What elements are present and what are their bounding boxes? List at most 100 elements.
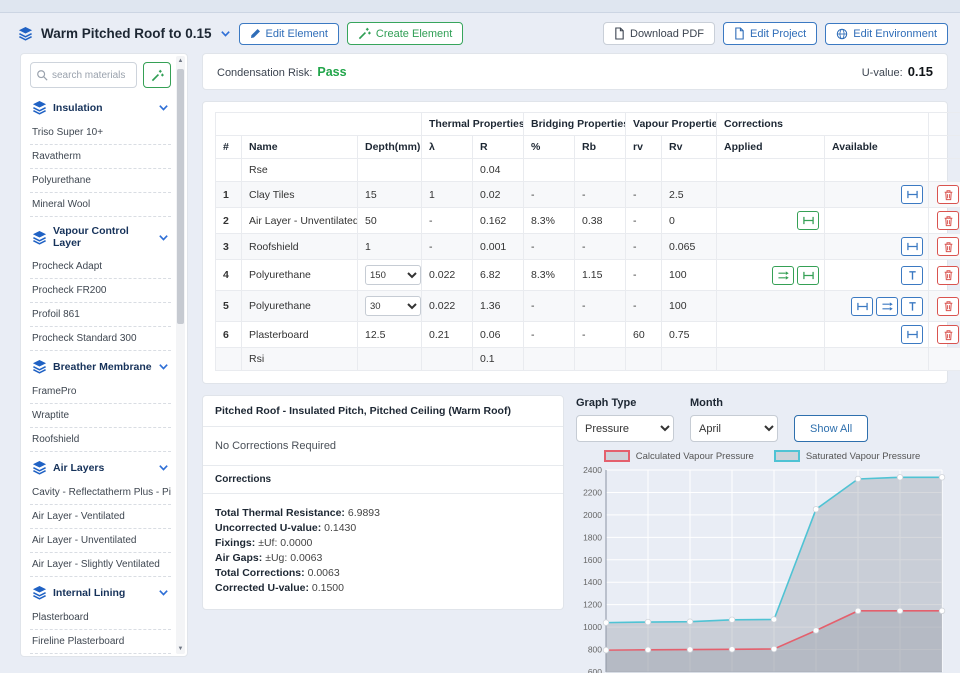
sidebar-item[interactable]: Plasterboard bbox=[30, 606, 171, 630]
bridging-correction-button[interactable] bbox=[901, 185, 924, 204]
bridging-pct: - bbox=[523, 233, 576, 260]
r-value: 0.1 bbox=[471, 347, 525, 371]
layer-name: Rse bbox=[241, 158, 358, 182]
edit-project-button[interactable]: Edit Project bbox=[722, 22, 818, 45]
globe-icon bbox=[836, 28, 848, 40]
delete-cell bbox=[928, 207, 960, 234]
sidebar-item[interactable]: Profoil 861 bbox=[30, 303, 171, 327]
delete-layer-button[interactable] bbox=[937, 211, 960, 230]
rv-value: 100 bbox=[661, 290, 718, 322]
depth-select[interactable]: 150 bbox=[365, 265, 421, 285]
svg-text:800: 800 bbox=[588, 645, 602, 655]
group-header: Vapour Properties bbox=[625, 112, 718, 136]
sidebar-item[interactable]: Mineral Wool bbox=[30, 193, 171, 217]
download-pdf-button[interactable]: Download PDF bbox=[603, 22, 715, 45]
delete-layer-button[interactable] bbox=[937, 265, 960, 285]
lambda-value: 0.022 bbox=[421, 259, 473, 291]
summary-line: Fixings: ±Uf: 0.0000 bbox=[215, 537, 313, 549]
table-row: 5 Polyurethane 30 0.022 1.36 - - - 100 bbox=[215, 290, 960, 322]
sidebar-scrollbar[interactable]: ▲ ▼ bbox=[176, 56, 185, 654]
bridging-correction-button[interactable] bbox=[901, 237, 924, 256]
month-select[interactable]: April bbox=[690, 415, 778, 442]
sidebar-section-breather-membrane[interactable]: Breather Membrane bbox=[30, 351, 171, 380]
graph-type-select[interactable]: Pressure bbox=[576, 415, 674, 442]
search-input[interactable] bbox=[52, 69, 131, 81]
delete-layer-button[interactable] bbox=[937, 325, 960, 344]
rv-small-value: - bbox=[625, 181, 663, 208]
summary-lines: Total Thermal Resistance: 6.9893 Uncorrec… bbox=[203, 494, 563, 609]
scroll-up-arrow-icon[interactable]: ▲ bbox=[176, 58, 185, 64]
svg-text:1400: 1400 bbox=[583, 577, 602, 587]
layer-name: Rsi bbox=[241, 347, 358, 371]
bridging-correction-button[interactable] bbox=[901, 325, 924, 344]
sidebar-item[interactable]: Ravatherm bbox=[30, 145, 171, 169]
svg-text:600: 600 bbox=[588, 667, 602, 673]
element-title-chevron-icon[interactable] bbox=[220, 28, 231, 39]
bridging-correction-button[interactable] bbox=[797, 265, 820, 285]
edit-environment-button[interactable]: Edit Environment bbox=[825, 22, 948, 45]
bridging-icon bbox=[906, 329, 919, 340]
sidebar-item[interactable]: Fireline Plasterboard bbox=[30, 630, 171, 654]
sidebar-section-internal-lining[interactable]: Internal Lining bbox=[30, 577, 171, 606]
sidebar-section-insulation[interactable]: Insulation bbox=[30, 92, 171, 121]
element-title[interactable]: Warm Pitched Roof to 0.15 bbox=[41, 26, 212, 41]
table-row: 3 Roofshield 1 - 0.001 - - - 0.065 bbox=[215, 233, 960, 260]
create-element-button[interactable]: Create Element bbox=[346, 22, 464, 45]
sidebar-section-vapour-control-layer[interactable]: Vapour Control Layer bbox=[30, 217, 171, 255]
svg-text:1800: 1800 bbox=[583, 532, 602, 542]
sidebar-item[interactable]: Procheck Standard 300 bbox=[30, 327, 171, 351]
sidebar-item[interactable]: Plasterboard High Density bbox=[30, 654, 171, 656]
edit-element-button[interactable]: Edit Element bbox=[238, 22, 339, 45]
bridging-correction-button[interactable] bbox=[797, 211, 820, 230]
air-gap-correction-button[interactable] bbox=[876, 296, 899, 316]
rb-value: 1.15 bbox=[574, 259, 627, 291]
trash-icon bbox=[943, 189, 954, 201]
bridging-pct bbox=[523, 158, 576, 182]
trash-icon bbox=[943, 329, 954, 341]
sidebar-section-air-layers[interactable]: Air Layers bbox=[30, 452, 171, 481]
column-header: # bbox=[215, 135, 242, 159]
sidebar-item[interactable]: Cavity - Reflectatherm Plus - Pitched bbox=[30, 481, 171, 505]
fixings-icon bbox=[907, 270, 918, 281]
sidebar-item[interactable]: Wraptite bbox=[30, 404, 171, 428]
sidebar-item[interactable]: Air Layer - Slightly Ventilated bbox=[30, 553, 171, 577]
sidebar-item[interactable]: Air Layer - Ventilated bbox=[30, 505, 171, 529]
delete-layer-button[interactable] bbox=[937, 237, 960, 256]
section-label: Insulation bbox=[53, 101, 103, 114]
sidebar-item[interactable]: Air Layer - Unventilated bbox=[30, 529, 171, 553]
air-gap-correction-button[interactable] bbox=[772, 265, 795, 285]
bridging-pct: 8.3% bbox=[523, 207, 576, 234]
delete-cell bbox=[928, 181, 960, 208]
r-value: 0.04 bbox=[471, 158, 525, 182]
chevron-down-icon bbox=[158, 232, 169, 243]
scrollbar-thumb[interactable] bbox=[177, 69, 184, 324]
sidebar-item[interactable]: Roofshield bbox=[30, 428, 171, 452]
sidebar-item[interactable]: FramePro bbox=[30, 380, 171, 404]
scroll-down-arrow-icon[interactable]: ▼ bbox=[176, 646, 185, 652]
show-all-button[interactable]: Show All bbox=[794, 415, 869, 442]
sidebar-item[interactable]: Polyurethane bbox=[30, 169, 171, 193]
rv-small-value: - bbox=[625, 290, 663, 322]
delete-layer-button[interactable] bbox=[937, 185, 960, 204]
rv-value: 0.75 bbox=[661, 321, 718, 348]
layer-name: Air Layer - Unventilated bbox=[241, 207, 358, 234]
fixings-correction-button[interactable] bbox=[901, 296, 924, 316]
applied-corrections bbox=[716, 259, 826, 291]
delete-layer-button[interactable] bbox=[937, 296, 960, 316]
delete-cell bbox=[928, 233, 960, 260]
sidebar-item[interactable]: Procheck Adapt bbox=[30, 255, 171, 279]
fixings-icon bbox=[907, 301, 918, 312]
summary-line: Uncorrected U-value: 0.1430 bbox=[215, 522, 357, 534]
u-value: U-value: 0.15 bbox=[862, 64, 933, 79]
bridging-correction-button[interactable] bbox=[851, 296, 874, 316]
rb-value: - bbox=[574, 321, 627, 348]
rb-value: - bbox=[574, 233, 627, 260]
sidebar-item[interactable]: Procheck FR200 bbox=[30, 279, 171, 303]
material-wizard-button[interactable] bbox=[143, 62, 171, 88]
available-corrections bbox=[824, 181, 930, 208]
depth-select[interactable]: 30 bbox=[365, 296, 421, 316]
fixings-correction-button[interactable] bbox=[901, 265, 924, 285]
sidebar-item[interactable]: Triso Super 10+ bbox=[30, 121, 171, 145]
layer-number: 6 bbox=[215, 321, 242, 348]
rv-value bbox=[661, 347, 718, 371]
